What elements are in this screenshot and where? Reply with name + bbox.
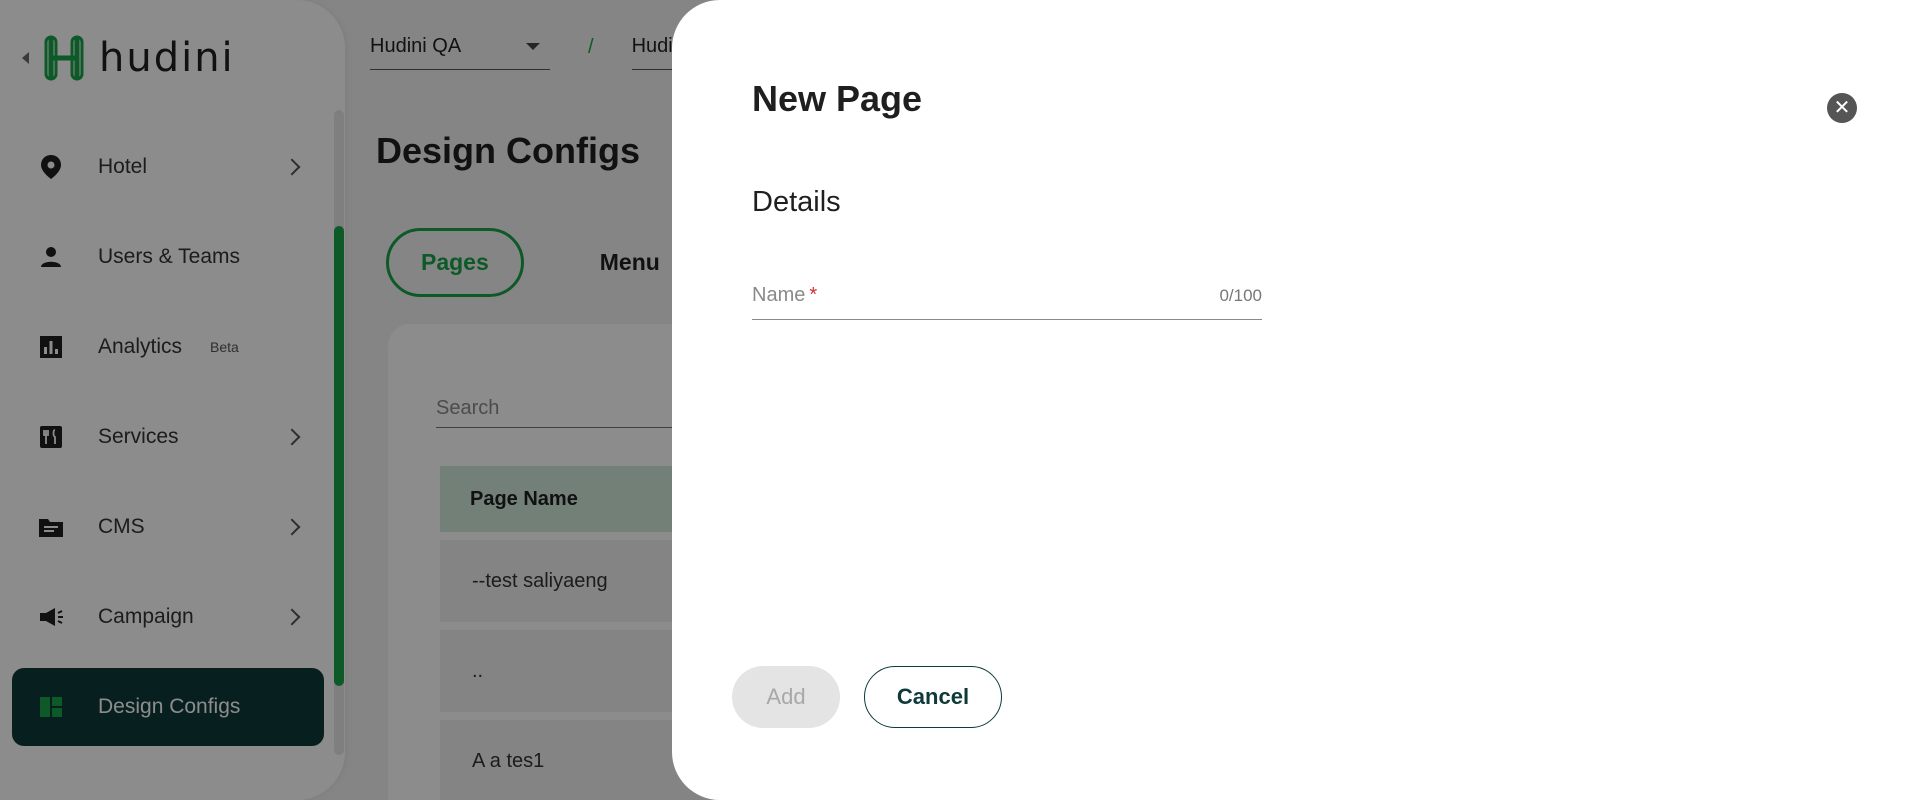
name-input[interactable] [752,272,1262,319]
drawer-title: New Page [752,78,923,119]
details-section-title: Details [752,186,841,218]
close-icon[interactable]: ✕ [1827,93,1857,123]
new-page-drawer: New Page ✕ Details Name * 0/100 Add Cance… [672,0,1920,800]
add-button[interactable]: Add [732,666,840,728]
cancel-button[interactable]: Cancel [864,666,1002,728]
name-field[interactable]: Name * 0/100 [752,272,1262,320]
